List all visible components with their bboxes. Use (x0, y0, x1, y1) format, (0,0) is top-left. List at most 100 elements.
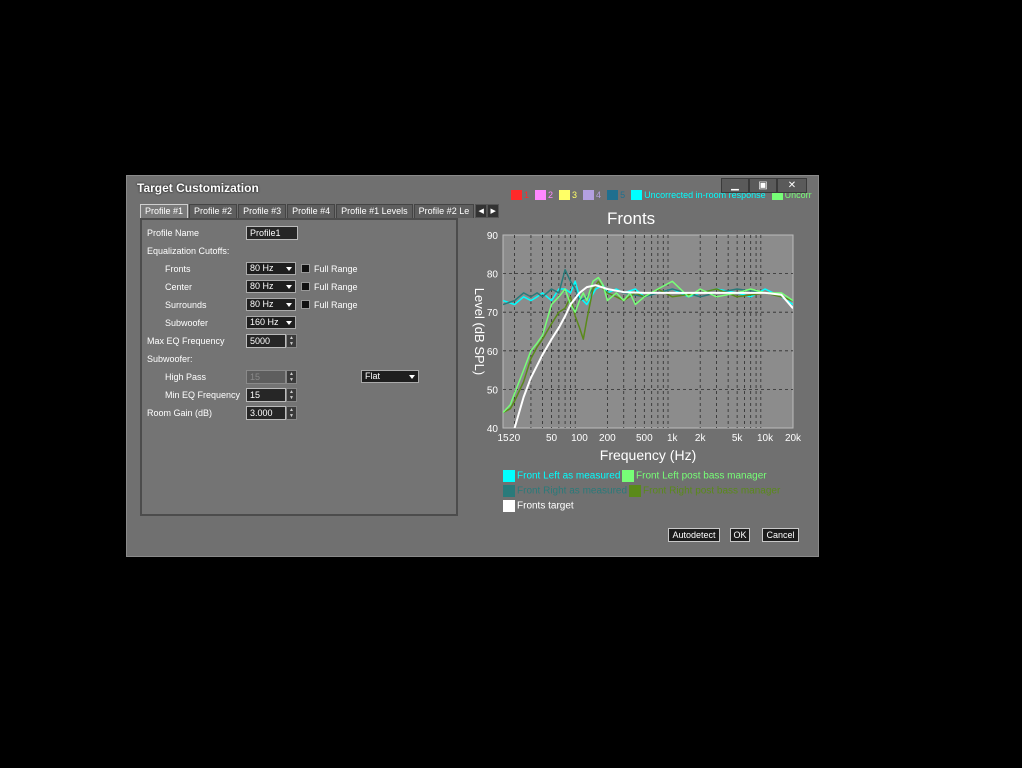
max-eq-frequency-input[interactable]: 5000 (246, 334, 286, 348)
x-tick-label: 20k (785, 433, 802, 444)
surrounds-cutoff-select[interactable]: 80 Hz (246, 298, 296, 311)
chevron-down-icon (286, 303, 292, 307)
x-axis-label: Frequency (Hz) (600, 447, 696, 463)
channel-swatch-label: 4 (596, 189, 602, 200)
x-tick-label: 15 (497, 433, 509, 444)
tab-profile-1-levels[interactable]: Profile #1 Levels (336, 204, 413, 218)
high-pass-input[interactable]: 15 (246, 370, 286, 384)
chevron-down-icon (286, 321, 292, 325)
profile-tabs: Profile #1 Profile #2 Profile #3 Profile… (140, 204, 500, 218)
high-pass-mode-select[interactable]: Flat (361, 370, 419, 383)
subwoofer-label: Subwoofer (165, 318, 209, 328)
x-tick-label: 2k (695, 433, 707, 444)
legend-swatch (622, 470, 634, 482)
y-tick-label: 70 (487, 308, 499, 319)
close-button[interactable]: ✕ (777, 178, 807, 193)
cancel-button[interactable]: Cancel (762, 528, 799, 542)
center-cutoff-select[interactable]: 80 Hz (246, 280, 296, 293)
maximize-button[interactable]: ▣ (749, 178, 777, 193)
fronts-full-range-label: Full Range (314, 264, 358, 274)
fronts-cutoff-value: 80 Hz (250, 263, 274, 273)
surrounds-cutoff-value: 80 Hz (250, 299, 274, 309)
channel-swatch-4[interactable] (583, 189, 595, 200)
chevron-down-icon (409, 375, 415, 379)
minimize-button[interactable]: ▁ (721, 178, 749, 193)
channel-swatch-6[interactable] (631, 189, 643, 200)
subwoofer-cutoff-select[interactable]: 160 Hz (246, 316, 296, 329)
channel-swatch-label: 1 (524, 189, 530, 200)
x-tick-label: 5k (732, 433, 744, 444)
stepper-down-icon[interactable]: ▼ (287, 395, 296, 401)
x-tick-label: 10k (757, 433, 774, 444)
high-pass-stepper[interactable]: ▲ ▼ (286, 370, 297, 384)
channel-swatch-label: 5 (620, 189, 626, 200)
legend-label: Front Left as measured (517, 470, 621, 482)
chevron-down-icon (286, 267, 292, 271)
window-controls: ▁ ▣ ✕ (721, 178, 807, 194)
fronts-cutoff-select[interactable]: 80 Hz (246, 262, 296, 275)
channel-swatch-5[interactable] (607, 189, 619, 200)
high-pass-mode-value: Flat (365, 371, 381, 381)
tab-profile-2[interactable]: Profile #2 (189, 204, 238, 218)
x-tick-label: 500 (636, 433, 653, 444)
legend-item-front-right-post: Front Right post bass manager (629, 485, 780, 497)
channel-swatch-2[interactable] (535, 189, 547, 200)
channel-swatch-3[interactable] (559, 189, 571, 200)
tab-scroll-left-icon[interactable]: ◀ (475, 204, 488, 218)
autodetect-button[interactable]: Autodetect (668, 528, 720, 542)
room-gain-input[interactable]: 3.000 (246, 406, 286, 420)
chevron-down-icon (286, 285, 292, 289)
legend-swatch (629, 485, 641, 497)
subwoofer-cutoff-value: 160 Hz (250, 317, 279, 327)
ok-button[interactable]: OK (730, 528, 750, 542)
x-tick-label: 50 (546, 433, 558, 444)
surrounds-label: Surrounds (165, 300, 207, 310)
max-eq-frequency-stepper[interactable]: ▲ ▼ (286, 334, 297, 348)
channel-swatch-1[interactable] (511, 189, 522, 200)
legend-item-front-left-measured: Front Left as measured (503, 470, 620, 482)
legend-item-front-left-post: Front Left post bass manager (622, 470, 767, 482)
profile-name-input[interactable]: Profile1 (246, 226, 298, 240)
legend-label: Front Right post bass manager (643, 485, 781, 497)
min-eq-frequency-input[interactable]: 15 (246, 388, 286, 402)
y-tick-label: 60 (487, 347, 499, 358)
tab-scroll-right-icon[interactable]: ▶ (487, 204, 500, 218)
fronts-label: Fronts (165, 264, 191, 274)
min-eq-frequency-stepper[interactable]: ▲ ▼ (286, 388, 297, 402)
y-tick-label: 90 (487, 231, 499, 242)
center-cutoff-value: 80 Hz (250, 281, 274, 291)
surrounds-full-range-checkbox[interactable] (301, 300, 310, 309)
center-full-range-label: Full Range (314, 282, 358, 292)
stepper-down-icon[interactable]: ▼ (287, 377, 296, 383)
channel-swatch-label: 2 (548, 189, 554, 200)
stepper-down-icon[interactable]: ▼ (287, 341, 296, 347)
legend-label: Fronts target (517, 500, 574, 512)
stepper-down-icon[interactable]: ▼ (287, 413, 296, 419)
eq-cutoffs-label: Equalization Cutoffs: (147, 246, 230, 256)
profile-panel: Profile Name Profile1 Equalization Cutof… (140, 218, 458, 516)
channel-swatch-label: 3 (572, 189, 578, 200)
y-axis-label: Level (dB SPL) (472, 288, 487, 375)
x-tick-label: 1k (667, 433, 679, 444)
center-full-range-checkbox[interactable] (301, 282, 310, 291)
center-label: Center (165, 282, 193, 292)
tab-profile-3[interactable]: Profile #3 (238, 204, 287, 218)
subwoofer-section-label: Subwoofer: (147, 354, 193, 364)
legend-swatch (503, 485, 515, 497)
legend-swatch (503, 470, 515, 482)
tab-profile-4[interactable]: Profile #4 (287, 204, 336, 218)
x-tick-label: 200 (599, 433, 616, 444)
fronts-full-range-checkbox[interactable] (301, 264, 310, 273)
tab-profile-2-levels[interactable]: Profile #2 Le (413, 204, 475, 218)
high-pass-label: High Pass (165, 372, 207, 382)
surrounds-full-range-label: Full Range (314, 300, 358, 310)
room-gain-stepper[interactable]: ▲ ▼ (286, 406, 297, 420)
legend-swatch (503, 500, 515, 512)
legend-label: Front Left post bass manager (636, 470, 767, 482)
y-tick-label: 40 (487, 424, 499, 435)
y-tick-label: 50 (487, 385, 499, 396)
profile-name-label: Profile Name (147, 228, 200, 238)
min-eq-frequency-label: Min EQ Frequency (165, 390, 241, 400)
tab-profile-1[interactable]: Profile #1 (140, 204, 189, 218)
x-tick-label: 100 (571, 433, 588, 444)
